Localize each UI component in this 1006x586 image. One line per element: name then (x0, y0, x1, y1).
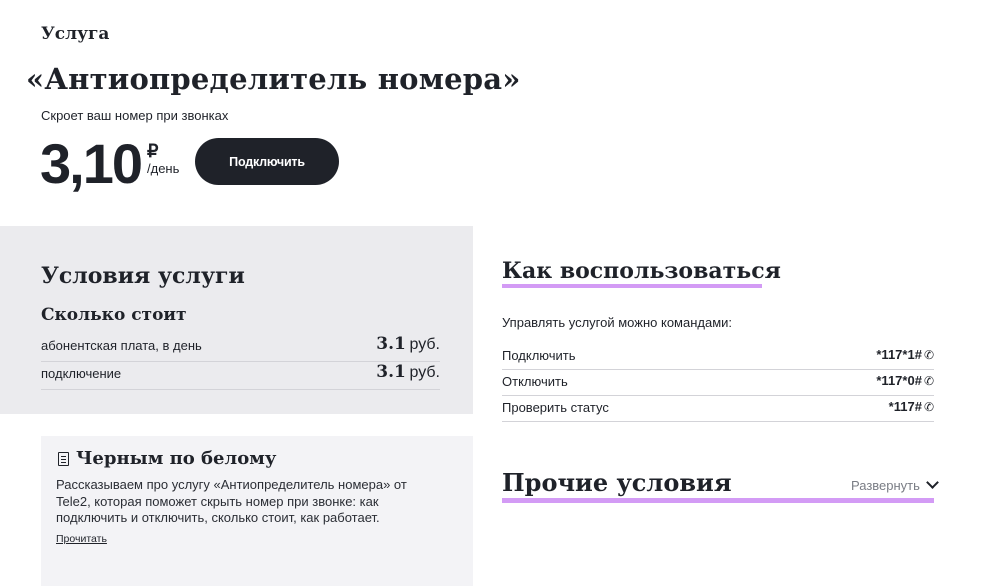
command-code[interactable]: *117*0# ✆ (876, 373, 934, 388)
fee-value: 3.1 руб. (376, 362, 440, 382)
command-code[interactable]: *117# ✆ (889, 399, 934, 414)
article-title: Черным по белому (76, 448, 277, 469)
how-to-title: Как воспользоваться (502, 258, 781, 284)
service-eyebrow: Услуга (41, 24, 110, 44)
title-underline (502, 284, 762, 288)
read-link[interactable]: Прочитать (56, 533, 107, 545)
fee-row: подключение 3.1 руб. (41, 361, 440, 390)
conditions-title: Условия услуги (41, 263, 245, 289)
command-row: Подключить *117*1# ✆ (502, 344, 934, 370)
command-label: Подключить (502, 348, 576, 363)
chevron-down-icon (926, 476, 939, 489)
page-title: «Антиопределитель номера» (26, 62, 521, 96)
how-to-intro: Управлять услугой можно командами: (502, 315, 733, 330)
phone-icon: ✆ (923, 348, 934, 362)
command-label: Отключить (502, 374, 568, 389)
fee-label: абонентская плата, в день (41, 338, 202, 353)
page-subtitle: Скроет ваш номер при звонках (41, 108, 229, 123)
phone-icon: ✆ (923, 374, 934, 388)
phone-icon: ✆ (923, 400, 934, 414)
price-period: /день (147, 161, 180, 176)
other-conditions-title: Прочие условия (502, 468, 732, 497)
price-value: 3,10 (40, 132, 143, 195)
fee-row: абонентская плата, в день 3.1 руб. (41, 333, 440, 362)
connect-button[interactable]: Подключить (195, 138, 339, 185)
command-label: Проверить статус (502, 400, 609, 415)
fee-value: 3.1 руб. (376, 334, 440, 354)
title-underline (502, 498, 934, 503)
cost-title: Сколько стоит (41, 305, 187, 325)
command-row: Проверить статус *117# ✆ (502, 396, 934, 422)
command-row: Отключить *117*0# ✆ (502, 370, 934, 396)
fee-label: подключение (41, 366, 122, 381)
expand-button[interactable]: Развернуть (851, 476, 939, 493)
command-code[interactable]: *117*1# ✆ (876, 347, 934, 362)
article-text: Рассказываем про услугу «Антиопределител… (56, 477, 407, 525)
currency-sign: ₽ (147, 141, 159, 161)
document-icon (58, 452, 69, 466)
